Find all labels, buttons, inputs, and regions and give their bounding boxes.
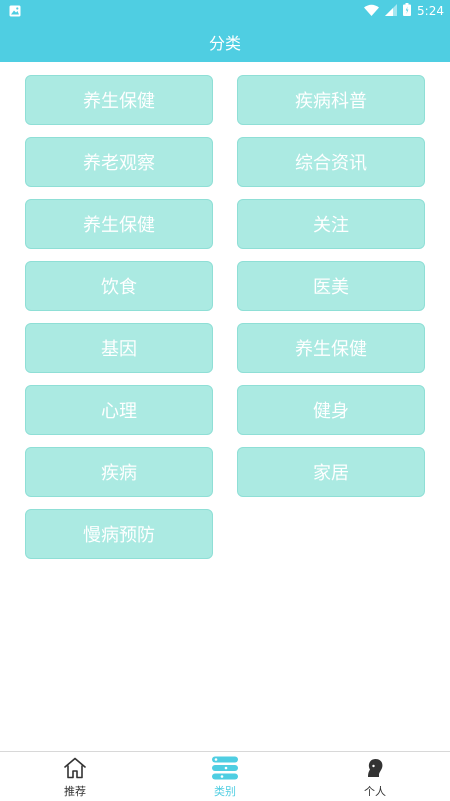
nav-label: 类别 xyxy=(214,784,236,798)
category-button[interactable]: 基因 xyxy=(25,323,213,373)
app-bar: 分类 xyxy=(0,22,450,62)
status-time: 5:24 xyxy=(417,4,444,18)
home-icon xyxy=(63,755,87,781)
category-button[interactable]: 饮食 xyxy=(25,261,213,311)
bottom-nav: 推荐 类别 个人 xyxy=(0,751,450,801)
cell-signal-icon xyxy=(385,3,398,19)
wifi-icon xyxy=(364,4,380,19)
category-button[interactable]: 心理 xyxy=(25,385,213,435)
status-bar: 5:24 xyxy=(0,0,450,22)
category-button[interactable]: 疾病 xyxy=(25,447,213,497)
category-button[interactable]: 养生保健 xyxy=(237,323,425,373)
status-left xyxy=(9,2,21,21)
category-button[interactable]: 家居 xyxy=(237,447,425,497)
category-button[interactable]: 养生保健 xyxy=(25,75,213,125)
category-button[interactable]: 关注 xyxy=(237,199,425,249)
page-title: 分类 xyxy=(208,34,241,53)
nav-item-recommend[interactable]: 推荐 xyxy=(0,752,150,801)
person-icon xyxy=(364,755,386,781)
nav-item-profile[interactable]: 个人 xyxy=(300,752,450,801)
category-button[interactable]: 疾病科普 xyxy=(237,75,425,125)
category-icon xyxy=(212,755,238,781)
nav-label: 个人 xyxy=(364,784,386,798)
battery-icon xyxy=(403,3,412,19)
status-right: 5:24 xyxy=(364,3,444,19)
nav-item-category[interactable]: 类别 xyxy=(150,752,300,801)
category-grid: 养生保健 疾病科普 养老观察 综合资讯 养生保健 关注 饮食 医美 基因 养生保… xyxy=(25,75,425,559)
category-button[interactable]: 养生保健 xyxy=(25,199,213,249)
nav-label: 推荐 xyxy=(64,784,86,798)
category-button[interactable]: 医美 xyxy=(237,261,425,311)
category-button[interactable]: 养老观察 xyxy=(25,137,213,187)
category-button[interactable]: 健身 xyxy=(237,385,425,435)
category-button[interactable]: 综合资讯 xyxy=(237,137,425,187)
image-notification-icon xyxy=(9,2,21,21)
category-button[interactable]: 慢病预防 xyxy=(25,509,213,559)
